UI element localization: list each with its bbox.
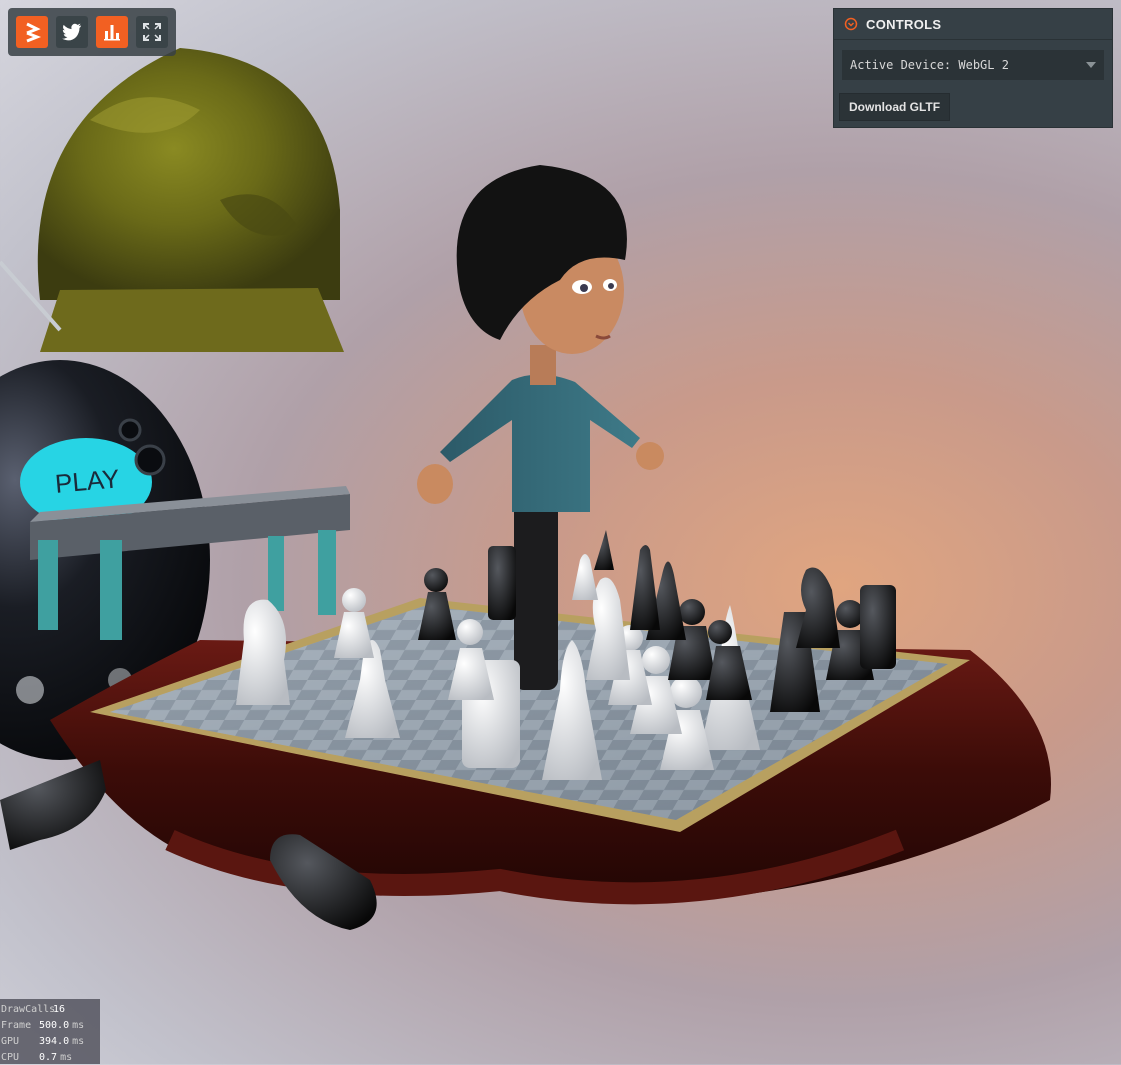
stats-overlay: DrawCalls 16 Frame 500.0 ms GPU 394.0 ms… <box>0 999 100 1064</box>
stat-value: 0.7 <box>39 1051 58 1063</box>
active-device-value: Active Device: WebGL 2 <box>850 58 1009 72</box>
stat-value: 394.0 <box>39 1035 70 1047</box>
fallen-black-piece <box>0 760 106 850</box>
download-gltf-button[interactable]: Download GLTF <box>839 93 951 121</box>
collapse-chevron-icon[interactable] <box>844 17 858 31</box>
stat-unit: ms <box>72 1035 85 1047</box>
stat-row: GPU 394.0 ms <box>0 1033 100 1049</box>
stat-row: Frame 500.0 ms <box>0 1017 100 1033</box>
play-label: PLAY <box>54 463 121 499</box>
stat-value: 500.0 <box>39 1019 70 1031</box>
stats-chart-icon <box>104 25 120 41</box>
twitter-icon <box>62 23 82 41</box>
dropdown-arrow-icon <box>1086 62 1096 68</box>
moss-dome <box>37 48 344 352</box>
scene-viewport[interactable]: PLAY <box>0 0 1121 1064</box>
stat-label: DrawCalls <box>1 1003 56 1015</box>
fullscreen-button[interactable] <box>136 16 168 48</box>
stat-unit: ms <box>72 1019 85 1031</box>
fullscreen-icon <box>143 23 161 41</box>
playcanvas-logo-icon <box>26 22 42 43</box>
top-toolbar <box>8 8 176 56</box>
stat-row: DrawCalls 16 <box>0 1001 100 1017</box>
controls-panel: CONTROLS Active Device: WebGL 2 Download… <box>833 8 1113 128</box>
controls-title: CONTROLS <box>866 16 942 32</box>
stat-unit: ms <box>60 1051 73 1063</box>
stat-row: CPU 0.7 ms <box>0 1049 100 1065</box>
stat-label: GPU <box>1 1035 20 1047</box>
stats-toggle-button[interactable] <box>96 16 128 48</box>
stat-value: 16 <box>53 1003 66 1015</box>
twitter-button[interactable] <box>56 16 88 48</box>
controls-header[interactable]: CONTROLS <box>834 9 1112 40</box>
stat-label: CPU <box>1 1051 20 1063</box>
active-device-select[interactable]: Active Device: WebGL 2 <box>842 50 1104 80</box>
stat-label: Frame <box>1 1019 32 1031</box>
playcanvas-logo-button[interactable] <box>16 16 48 48</box>
